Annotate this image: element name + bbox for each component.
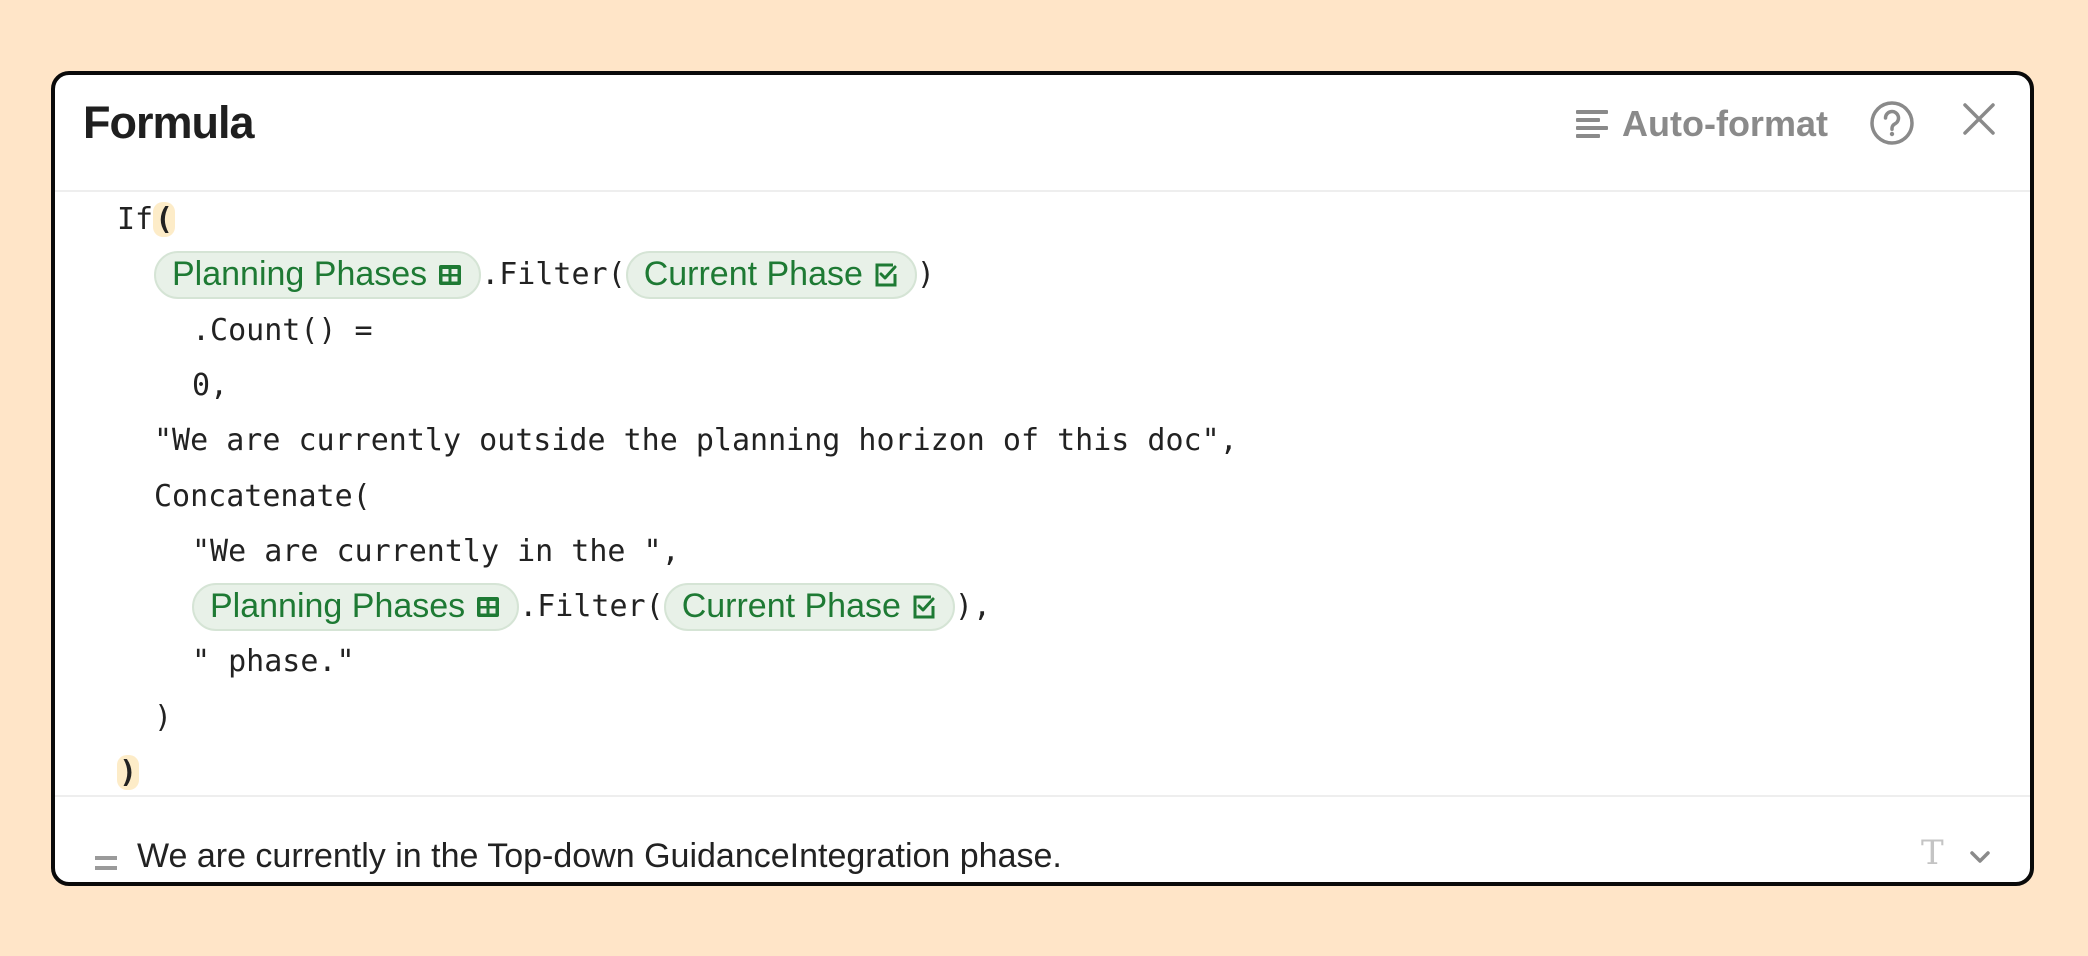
table-icon <box>437 263 463 287</box>
matched-paren: ( <box>153 202 176 237</box>
code-line: " phase." <box>192 634 355 689</box>
code-text: .Count() = <box>192 312 373 348</box>
close-button[interactable] <box>1957 97 2001 141</box>
result-row: We are currently in the Top-down Guidanc… <box>55 797 2030 882</box>
code-line: ) <box>154 690 172 745</box>
reference-chip[interactable]: Current Phase <box>663 582 955 631</box>
code-text: 0, <box>192 367 229 403</box>
checkbox-icon <box>873 262 899 288</box>
code-text: .Filter( <box>519 589 664 625</box>
help-circle-icon <box>1870 101 1914 145</box>
dialog-header: Formula Auto-format <box>55 75 2030 192</box>
close-icon <box>1963 103 1995 135</box>
code-text: .Filter( <box>481 257 626 293</box>
code-line: Planning Phases .Filter( Current Phase), <box>192 579 991 634</box>
autoformat-label: Auto-format <box>1622 103 1828 144</box>
chip-label: Current Phase <box>681 587 901 626</box>
text-type-icon[interactable]: T <box>1921 833 1944 873</box>
help-button[interactable] <box>1868 99 1916 147</box>
chip-label: Planning Phases <box>210 587 466 626</box>
table-icon <box>475 595 501 619</box>
code-text: " phase." <box>192 644 355 680</box>
code-text: "We are currently in the ", <box>192 533 680 569</box>
code-line: Planning Phases .Filter( Current Phase) <box>154 247 935 302</box>
code-line: If( <box>117 192 176 247</box>
code-line: .Count() = <box>192 303 373 358</box>
formula-dialog: Formula Auto-format If( Planning Phases .F… <box>51 71 2034 886</box>
align-left-icon <box>1576 110 1608 138</box>
code-text: If <box>117 202 154 237</box>
code-text: "We are currently outside the planning h… <box>154 423 1238 459</box>
code-text: ), <box>954 589 992 625</box>
code-line: Concatenate( <box>154 469 371 524</box>
formula-editor[interactable]: If( Planning Phases .Filter( Current Phase)… <box>55 192 2030 797</box>
code-line: "We are currently outside the planning h… <box>154 413 1238 468</box>
code-text: Concatenate( <box>154 478 371 514</box>
code-text: ) <box>154 699 173 735</box>
matched-paren: ) <box>117 755 140 790</box>
code-text: ) <box>916 257 935 293</box>
reference-chip[interactable]: Current Phase <box>625 250 917 299</box>
reference-chip[interactable]: Planning Phases <box>154 250 482 299</box>
chip-label: Current Phase <box>643 255 863 294</box>
result-value: We are currently in the Top-down Guidanc… <box>137 837 1062 875</box>
code-line: "We are currently in the ", <box>192 524 680 579</box>
chip-label: Planning Phases <box>172 255 428 294</box>
reference-chip[interactable]: Planning Phases <box>192 582 520 631</box>
code-line: ) <box>117 745 140 800</box>
chevron-down-icon[interactable] <box>1969 849 1991 865</box>
autoformat-button[interactable]: Auto-format <box>1576 99 1828 149</box>
dialog-title: Formula <box>83 97 255 148</box>
equals-icon <box>95 856 117 870</box>
code-line: 0, <box>192 358 228 413</box>
checkbox-icon <box>911 594 937 620</box>
